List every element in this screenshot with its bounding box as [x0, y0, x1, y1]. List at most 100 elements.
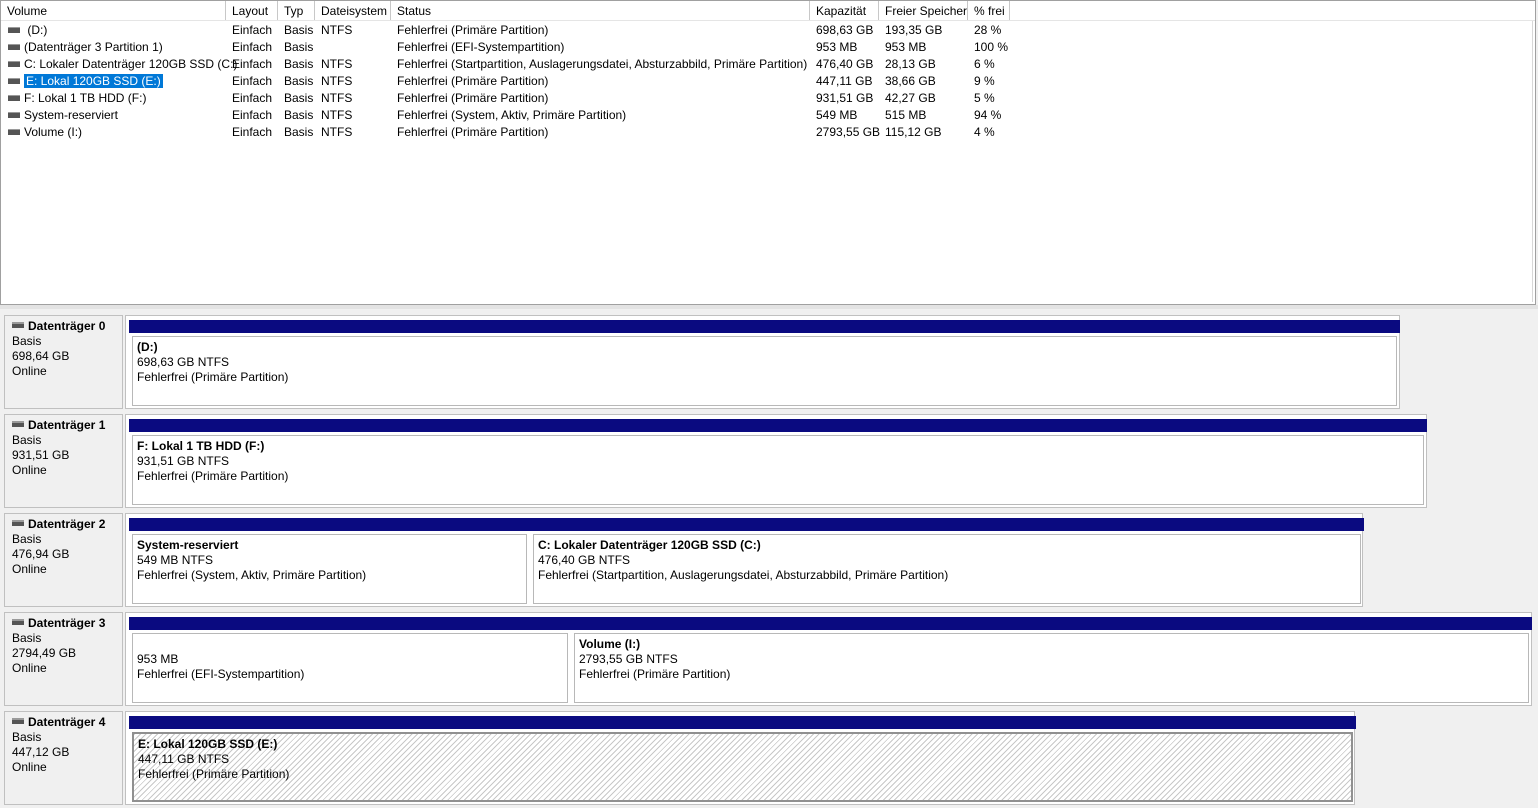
volume-name: E: Lokal 120GB SSD (E:) [24, 74, 163, 88]
disk-partition-area: E: Lokal 120GB SSD (E:) 447,11 GB NTFS Feh… [125, 711, 1356, 805]
volume-layout-cell: Einfach [232, 125, 273, 139]
disk-partition-area: System-reserviert 549 MB NTFS Fehlerfrei (… [125, 513, 1364, 607]
column-header-kapazitaet[interactable]: Kapazität [810, 1, 879, 20]
volume-layout-cell: Einfach [232, 91, 273, 105]
disk-info-panel[interactable]: Datenträger 4 Basis 447,12 GB Online [4, 711, 123, 805]
volume-frei-cell: 38,66 GB [885, 74, 936, 88]
partition-title [137, 637, 567, 652]
partition-details[interactable]: Volume (I:) 2793,55 GB NTFS Fehlerfrei (Pr… [574, 633, 1529, 703]
partition-details[interactable]: F: Lokal 1 TB HDD (F:) 931,51 GB NTFS Fehl… [132, 435, 1424, 505]
volume-layout-cell: Einfach [232, 40, 273, 54]
disk-state: Online [12, 463, 47, 477]
column-header-freier-speicher[interactable]: Freier Speicher [879, 1, 968, 20]
partition-details[interactable]: System-reserviert 549 MB NTFS Fehlerfrei (… [132, 534, 527, 604]
volume-typ-cell: Basis [284, 91, 314, 105]
partition-block[interactable]: F: Lokal 1 TB HDD (F:) 931,51 GB NTFS Fehl… [129, 419, 1427, 505]
volume-name-cell: (D:) [8, 22, 47, 39]
partition-block[interactable]: (D:) 698,63 GB NTFS Fehlerfrei (Primäre Pa… [129, 320, 1400, 406]
disk-icon [12, 420, 24, 427]
disk-type: Basis [12, 631, 42, 645]
disk-state: Online [12, 562, 47, 576]
volume-pct-cell: 4 % [974, 125, 995, 139]
volume-kap-cell: 549 MB [816, 108, 858, 122]
volume-typ-cell: Basis [284, 40, 314, 54]
disk-icon [12, 321, 24, 328]
partition-block[interactable]: System-reserviert 549 MB NTFS Fehlerfrei (… [129, 518, 530, 604]
column-header-prozent-frei[interactable]: % frei [968, 1, 1010, 20]
disk-info-panel[interactable]: Datenträger 1 Basis 931,51 GB Online [4, 414, 123, 508]
partition-details[interactable]: E: Lokal 120GB SSD (E:) 447,11 GB NTFS Feh… [132, 732, 1353, 802]
volume-pct-cell: 28 % [974, 23, 1002, 37]
disk-name: Datenträger 3 [28, 616, 106, 630]
partition-header-bar [129, 617, 571, 630]
volume-row[interactable]: E: Lokal 120GB SSD (E:) Einfach Basis NTFS F… [1, 73, 1535, 90]
volume-name-cell: F: Lokal 1 TB HDD (F:) [8, 90, 146, 107]
column-header-dateisystem[interactable]: Dateisystem [315, 1, 391, 20]
volume-name-cell: E: Lokal 120GB SSD (E:) [8, 73, 163, 90]
disk-type: Basis [12, 334, 42, 348]
volume-row[interactable]: System-reserviert Einfach Basis NTFS Fehlerf… [1, 107, 1535, 124]
partition-block[interactable]: 953 MB Fehlerfrei (EFI-Systempartition) [129, 617, 571, 703]
volume-pct-cell: 6 % [974, 57, 995, 71]
disk-info-panel[interactable]: Datenträger 3 Basis 2794,49 GB Online [4, 612, 123, 706]
drive-icon [8, 77, 20, 84]
column-header-layout[interactable]: Layout [226, 1, 278, 20]
partition-status: Fehlerfrei (Primäre Partition) [138, 767, 290, 781]
disk-size: 2794,49 GB [12, 646, 77, 660]
disk-size: 931,51 GB [12, 448, 70, 462]
volume-name-cell: Volume (I:) [8, 124, 82, 141]
volume-pct-cell: 5 % [974, 91, 995, 105]
disk-type: Basis [12, 730, 42, 744]
disk-partition-area: 953 MB Fehlerfrei (EFI-Systempartition) Vo… [125, 612, 1532, 706]
drive-icon [8, 43, 20, 50]
volume-row[interactable]: Volume (I:) Einfach Basis NTFS Fehlerfrei (P… [1, 124, 1535, 141]
partition-size: 698,63 GB NTFS [137, 355, 230, 369]
partition-status: Fehlerfrei (Primäre Partition) [579, 667, 731, 681]
volume-kap-cell: 953 MB [816, 40, 858, 54]
volume-layout-cell: Einfach [232, 57, 273, 71]
partition-details[interactable]: (D:) 698,63 GB NTFS Fehlerfrei (Primäre Pa… [132, 336, 1397, 406]
list-right-edge [1532, 21, 1533, 302]
disk-info-panel[interactable]: Datenträger 0 Basis 698,64 GB Online [4, 315, 123, 409]
partition-title: E: Lokal 120GB SSD (E:) [138, 737, 278, 751]
disk-type: Basis [12, 532, 42, 546]
partition-header-bar [129, 419, 1427, 432]
volume-status-cell: Fehlerfrei (Primäre Partition) [397, 74, 549, 88]
volume-name: F: Lokal 1 TB HDD (F:) [24, 91, 147, 105]
disk-info-panel[interactable]: Datenträger 2 Basis 476,94 GB Online [4, 513, 123, 607]
column-header-status[interactable]: Status [391, 1, 810, 20]
column-header-typ[interactable]: Typ [278, 1, 315, 20]
volume-list[interactable]: Volume Layout Typ Dateisystem Status Kap… [0, 0, 1536, 305]
volume-row[interactable]: F: Lokal 1 TB HDD (F:) Einfach Basis NTFS Fe… [1, 90, 1535, 107]
volume-name: (D:) [24, 23, 48, 37]
disk-name: Datenträger 0 [28, 319, 106, 333]
volume-row[interactable]: C: Lokaler Datenträger 120GB SSD (C:) Ein… [1, 56, 1535, 73]
drive-icon [8, 111, 20, 118]
volume-typ-cell: Basis [284, 108, 314, 122]
disk-type: Basis [12, 433, 42, 447]
volume-status-cell: Fehlerfrei (Primäre Partition) [397, 91, 549, 105]
partition-block[interactable]: E: Lokal 120GB SSD (E:) 447,11 GB NTFS Feh… [129, 716, 1356, 802]
volume-row[interactable]: (D:) Einfach Basis NTFS Fehlerfrei (Primäre … [1, 22, 1535, 39]
volume-fs-cell: NTFS [321, 74, 353, 88]
partition-details[interactable]: 953 MB Fehlerfrei (EFI-Systempartition) [132, 633, 568, 703]
partition-title: (D:) [137, 340, 158, 354]
partition-block[interactable]: Volume (I:) 2793,55 GB NTFS Fehlerfrei (Pr… [571, 617, 1532, 703]
column-header-volume[interactable]: Volume [1, 1, 226, 20]
partition-details[interactable]: C: Lokaler Datenträger 120GB SSD (C:) 476… [533, 534, 1361, 604]
volume-fs-cell: NTFS [321, 91, 353, 105]
volume-kap-cell: 698,63 GB [816, 23, 874, 37]
volume-row[interactable]: (Datenträger 3 Partition 1) Einfach Basis F… [1, 39, 1535, 56]
partition-header-bar [530, 518, 1364, 531]
volume-frei-cell: 28,13 GB [885, 57, 936, 71]
partition-block[interactable]: C: Lokaler Datenträger 120GB SSD (C:) 476… [530, 518, 1364, 604]
volume-frei-cell: 115,12 GB [885, 125, 942, 139]
drive-icon [8, 60, 20, 67]
volume-name-cell: C: Lokaler Datenträger 120GB SSD (C:) [8, 56, 237, 73]
volume-kap-cell: 447,11 GB [816, 74, 873, 88]
disk-partition-area: (D:) 698,63 GB NTFS Fehlerfrei (Primäre Pa… [125, 315, 1400, 409]
pane-splitter[interactable] [0, 305, 1538, 309]
volume-status-cell: Fehlerfrei (System, Aktiv, Primäre Parti… [397, 108, 627, 122]
disk-state: Online [12, 364, 47, 378]
volume-status-cell: Fehlerfrei (Primäre Partition) [397, 23, 549, 37]
